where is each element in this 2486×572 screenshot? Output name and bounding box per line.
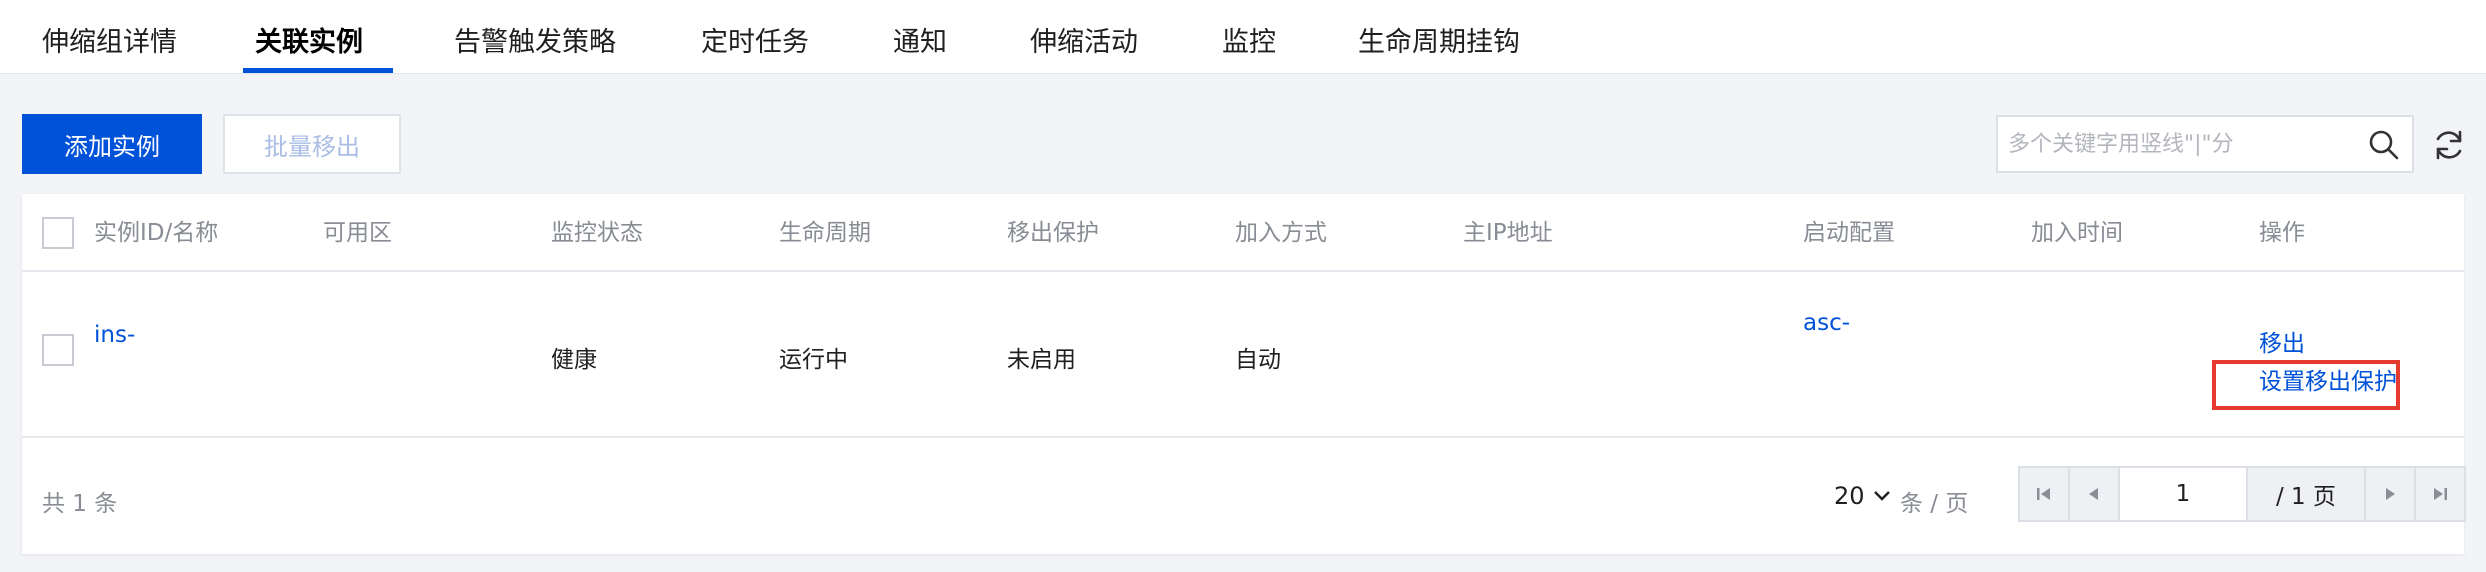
chevron-down-icon (1873, 491, 1890, 501)
tab-group-details[interactable]: 伸缩组详情 (42, 0, 177, 74)
header-ip: 主IP地址 (1463, 220, 1553, 246)
search-input[interactable] (1998, 117, 2338, 171)
header-monitor-status: 监控状态 (551, 220, 643, 246)
last-page-button[interactable] (2414, 466, 2466, 522)
select-all-checkbox[interactable] (42, 217, 74, 249)
prev-page-icon (2089, 488, 2098, 500)
header-actions: 操作 (2259, 220, 2305, 246)
header-join-time: 加入时间 (2031, 220, 2123, 246)
refresh-icon[interactable] (2424, 118, 2474, 172)
pagination-bar: 共 1 条 20 条 / 页 / 1 页 (22, 438, 2466, 554)
header-join-method: 加入方式 (1235, 220, 1327, 246)
active-tab-indicator (243, 68, 393, 73)
first-page-icon (2037, 488, 2050, 500)
page-number-input[interactable] (2118, 466, 2248, 522)
tab-monitoring[interactable]: 监控 (1222, 0, 1276, 74)
tab-lifecycle-hooks[interactable]: 生命周期挂钩 (1358, 0, 1520, 74)
tab-notifications[interactable]: 通知 (893, 0, 947, 74)
remove-link[interactable]: 移出 (2259, 324, 2305, 358)
next-page-icon (2386, 488, 2395, 500)
instance-id-link[interactable]: ins- (94, 322, 135, 348)
row-checkbox[interactable] (42, 334, 74, 366)
launch-config-link[interactable]: asc- (1803, 310, 1850, 336)
table-row: ins- 健康 运行中 未启用 自动 asc- 移出 设置移出保护 (22, 272, 2464, 438)
page-size-value: 20 (1834, 482, 1865, 510)
prev-page-button[interactable] (2068, 466, 2120, 522)
tab-scaling-activity[interactable]: 伸缩活动 (1030, 0, 1138, 74)
lifecycle-cell: 运行中 (779, 347, 848, 373)
protection-cell: 未启用 (1007, 347, 1076, 373)
batch-remove-button[interactable]: 批量移出 (223, 114, 401, 174)
search-box (1996, 115, 2414, 173)
tab-alarm-policy[interactable]: 告警触发策略 (454, 0, 616, 74)
tab-instances[interactable]: 关联实例 (255, 0, 363, 74)
table-header: 实例ID/名称 可用区 监控状态 生命周期 移出保护 加入方式 主IP地址 启动… (22, 194, 2464, 272)
header-instance-id: 实例ID/名称 (94, 220, 219, 246)
tab-bar: 伸缩组详情 关联实例 告警触发策略 定时任务 通知 伸缩活动 监控 生命周期挂钩 (0, 0, 2486, 74)
instance-table: 实例ID/名称 可用区 监控状态 生命周期 移出保护 加入方式 主IP地址 启动… (22, 194, 2466, 554)
header-launch-config: 启动配置 (1803, 220, 1895, 246)
total-count: 共 1 条 (42, 491, 118, 517)
add-instance-button[interactable]: 添加实例 (22, 114, 202, 174)
next-page-button[interactable] (2364, 466, 2416, 522)
last-page-icon (2434, 488, 2447, 500)
highlight-annotation (2212, 360, 2400, 410)
header-protection: 移出保护 (1007, 220, 1099, 246)
header-zone: 可用区 (323, 220, 392, 246)
per-page-label: 条 / 页 (1900, 491, 1969, 517)
search-icon[interactable] (2368, 129, 2400, 161)
join-method-cell: 自动 (1235, 347, 1281, 373)
pager: / 1 页 (2018, 466, 2466, 522)
page-total: / 1 页 (2246, 466, 2366, 522)
page-size-select[interactable]: 20 (1834, 482, 1891, 510)
first-page-button[interactable] (2018, 466, 2070, 522)
header-lifecycle: 生命周期 (779, 220, 871, 246)
tab-scheduled-tasks[interactable]: 定时任务 (701, 0, 809, 74)
monitor-status-cell: 健康 (551, 347, 597, 373)
